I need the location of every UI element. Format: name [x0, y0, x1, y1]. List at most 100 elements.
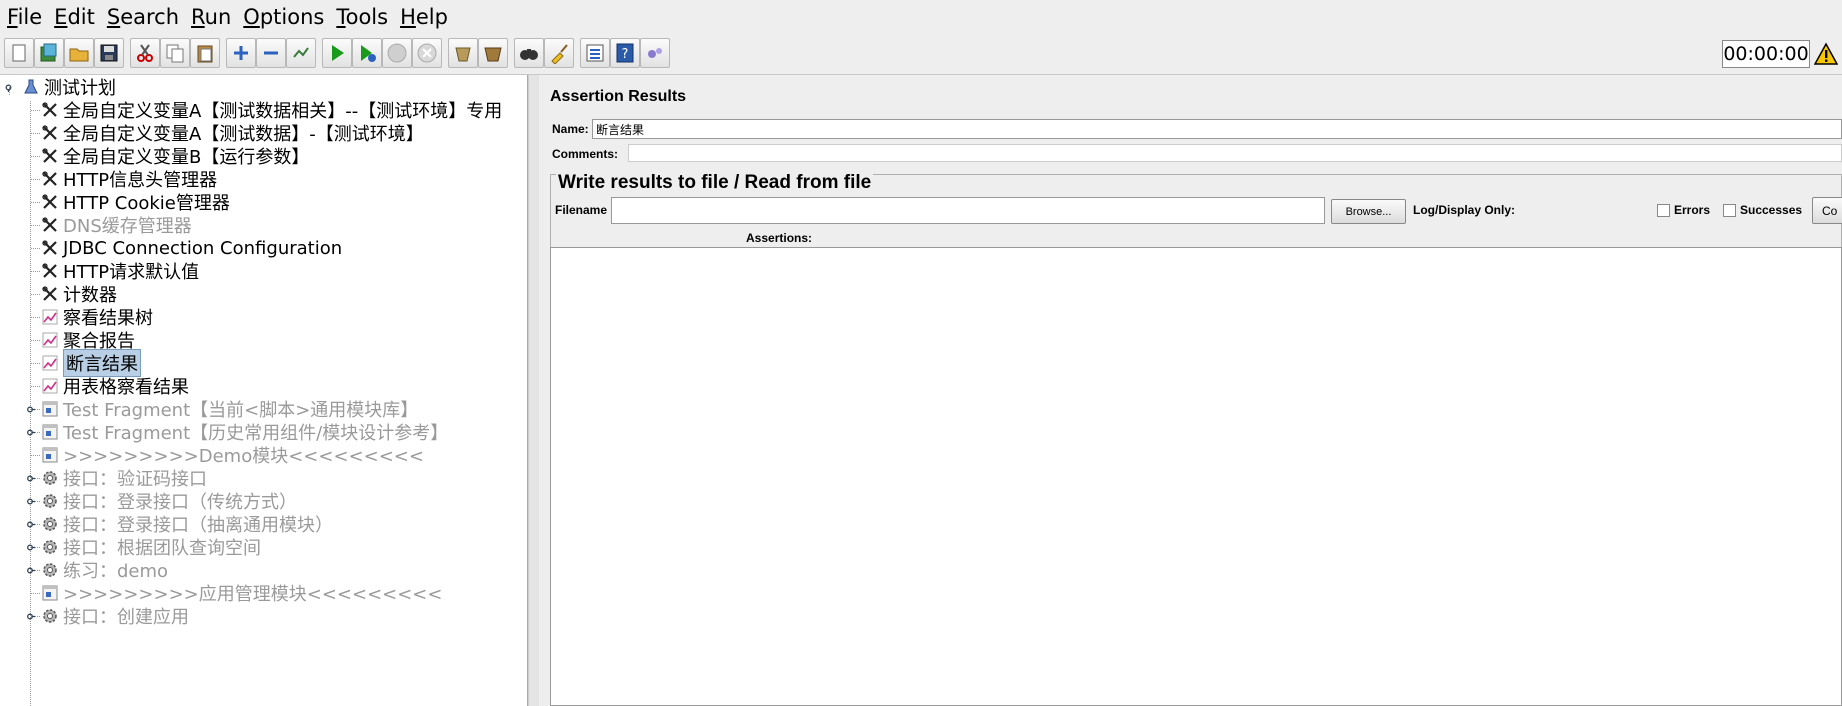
- menu-accelerator: E: [54, 5, 68, 29]
- group-title: Write results to file / Read from file: [556, 172, 874, 194]
- filename-label: Filename: [555, 203, 608, 217]
- toolbar: ?: [0, 34, 1842, 75]
- reset-search-button[interactable]: [544, 38, 574, 68]
- open-icon: [69, 48, 89, 62]
- tree-item-label: JDBC Connection Configuration: [63, 237, 343, 259]
- gear-icon: [41, 515, 59, 533]
- function-helper-icon: [586, 44, 604, 62]
- templates-icon: [40, 43, 57, 62]
- warning-icon[interactable]: [1814, 42, 1838, 66]
- search-button[interactable]: [514, 38, 544, 68]
- menu-label: ools: [345, 5, 389, 29]
- expander-icon[interactable]: [26, 474, 35, 483]
- fragment-icon: [41, 400, 59, 418]
- graph-icon: [41, 354, 59, 372]
- expand-all-icon: [234, 46, 248, 60]
- wrench-icon: [41, 262, 59, 280]
- menu-bar: File Edit Search Run Options Tools Help: [0, 0, 1842, 34]
- expander-icon[interactable]: [26, 428, 35, 437]
- stop-icon: [387, 43, 407, 63]
- successes-checkbox[interactable]: [1723, 204, 1736, 217]
- expander-icon[interactable]: [26, 405, 35, 414]
- menu-tools[interactable]: Tools: [336, 5, 388, 29]
- assertions-table[interactable]: [550, 247, 1842, 706]
- root-expander-icon[interactable]: [4, 83, 13, 92]
- toggle-icon: [293, 47, 309, 58]
- toggle-button[interactable]: [286, 38, 316, 68]
- copy-button[interactable]: [160, 38, 190, 68]
- menu-help[interactable]: Help: [400, 5, 448, 29]
- function-helper-button[interactable]: [580, 38, 610, 68]
- configure-button[interactable]: Co: [1812, 197, 1842, 224]
- expander-icon[interactable]: [26, 566, 35, 575]
- start-no-pauses-button[interactable]: [352, 38, 382, 68]
- menu-accelerator: S: [106, 5, 121, 29]
- expander-icon[interactable]: [26, 612, 35, 621]
- save-button[interactable]: [94, 38, 124, 68]
- assertions-header-label: Assertions:: [746, 231, 813, 245]
- menu-edit[interactable]: Edit: [54, 5, 95, 29]
- clear-button[interactable]: [448, 38, 478, 68]
- menu-accelerator: H: [400, 5, 416, 29]
- svg-text:?: ?: [622, 47, 629, 62]
- menu-label: earch: [120, 5, 180, 29]
- graph-icon: [41, 377, 59, 395]
- browse-button[interactable]: Browse...: [1331, 199, 1406, 224]
- shutdown-button[interactable]: [412, 38, 442, 68]
- help-button[interactable]: ?: [610, 38, 640, 68]
- save-icon: [100, 44, 118, 62]
- assertion-results-panel: Assertion Results Name: 断言结果 Comments: W…: [539, 75, 1842, 706]
- menu-run[interactable]: Run: [191, 5, 231, 29]
- stop-button[interactable]: [382, 38, 412, 68]
- open-button[interactable]: [64, 38, 94, 68]
- gear-icon: [41, 538, 59, 556]
- expander-icon[interactable]: [26, 543, 35, 552]
- cut-button[interactable]: [130, 38, 160, 68]
- expand-all-button[interactable]: [226, 38, 256, 68]
- tree-item[interactable]: 接口：创建应用: [41, 603, 189, 629]
- gear-icon: [41, 607, 59, 625]
- wrench-icon: [41, 101, 59, 119]
- help-icon: ?: [616, 43, 634, 63]
- filename-input[interactable]: [611, 197, 1325, 224]
- log-display-label: Log/Display Only:: [1413, 203, 1516, 217]
- templates-button[interactable]: [34, 38, 64, 68]
- expander-icon[interactable]: [26, 497, 35, 506]
- fragment-icon: [41, 423, 59, 441]
- copy-icon: [166, 44, 184, 63]
- start-icon: [332, 45, 344, 61]
- comments-label: Comments:: [552, 147, 619, 161]
- graph-icon: [41, 331, 59, 349]
- remote-button[interactable]: [640, 38, 670, 68]
- menu-file[interactable]: File: [7, 5, 42, 29]
- clear-icon: [455, 47, 471, 62]
- new-plan-icon: [12, 44, 26, 62]
- graph-icon: [41, 308, 59, 326]
- menu-accelerator: F: [7, 5, 18, 29]
- menu-options[interactable]: Options: [243, 5, 324, 29]
- flask-icon: [22, 78, 40, 96]
- errors-checkbox[interactable]: [1657, 204, 1670, 217]
- expander-icon[interactable]: [26, 520, 35, 529]
- fragment-icon: [41, 446, 59, 464]
- successes-label: Successes: [1740, 203, 1803, 217]
- menu-label: ptions: [259, 5, 325, 29]
- menu-search[interactable]: Search: [107, 5, 179, 29]
- menu-accelerator: O: [243, 5, 260, 29]
- panel-title: Assertion Results: [550, 88, 687, 105]
- reset-search-icon: [551, 44, 568, 64]
- search-icon: [520, 49, 538, 60]
- new-plan-button[interactable]: [4, 38, 34, 68]
- paste-icon: [197, 45, 213, 63]
- name-field[interactable]: 断言结果: [592, 119, 1842, 139]
- fragment-icon: [41, 584, 59, 602]
- start-button[interactable]: [322, 38, 352, 68]
- test-plan-tree[interactable]: 测试计划 全局自定义变量A【测试数据相关】--【测试环境】专用 全局自定义变量A【…: [0, 75, 528, 706]
- menu-label: dit: [67, 5, 95, 29]
- wrench-icon: [41, 216, 59, 234]
- shutdown-icon: [417, 43, 437, 63]
- paste-button[interactable]: [190, 38, 220, 68]
- comments-field[interactable]: [628, 144, 1842, 162]
- collapse-all-button[interactable]: [256, 38, 286, 68]
- clear-all-button[interactable]: [478, 38, 508, 68]
